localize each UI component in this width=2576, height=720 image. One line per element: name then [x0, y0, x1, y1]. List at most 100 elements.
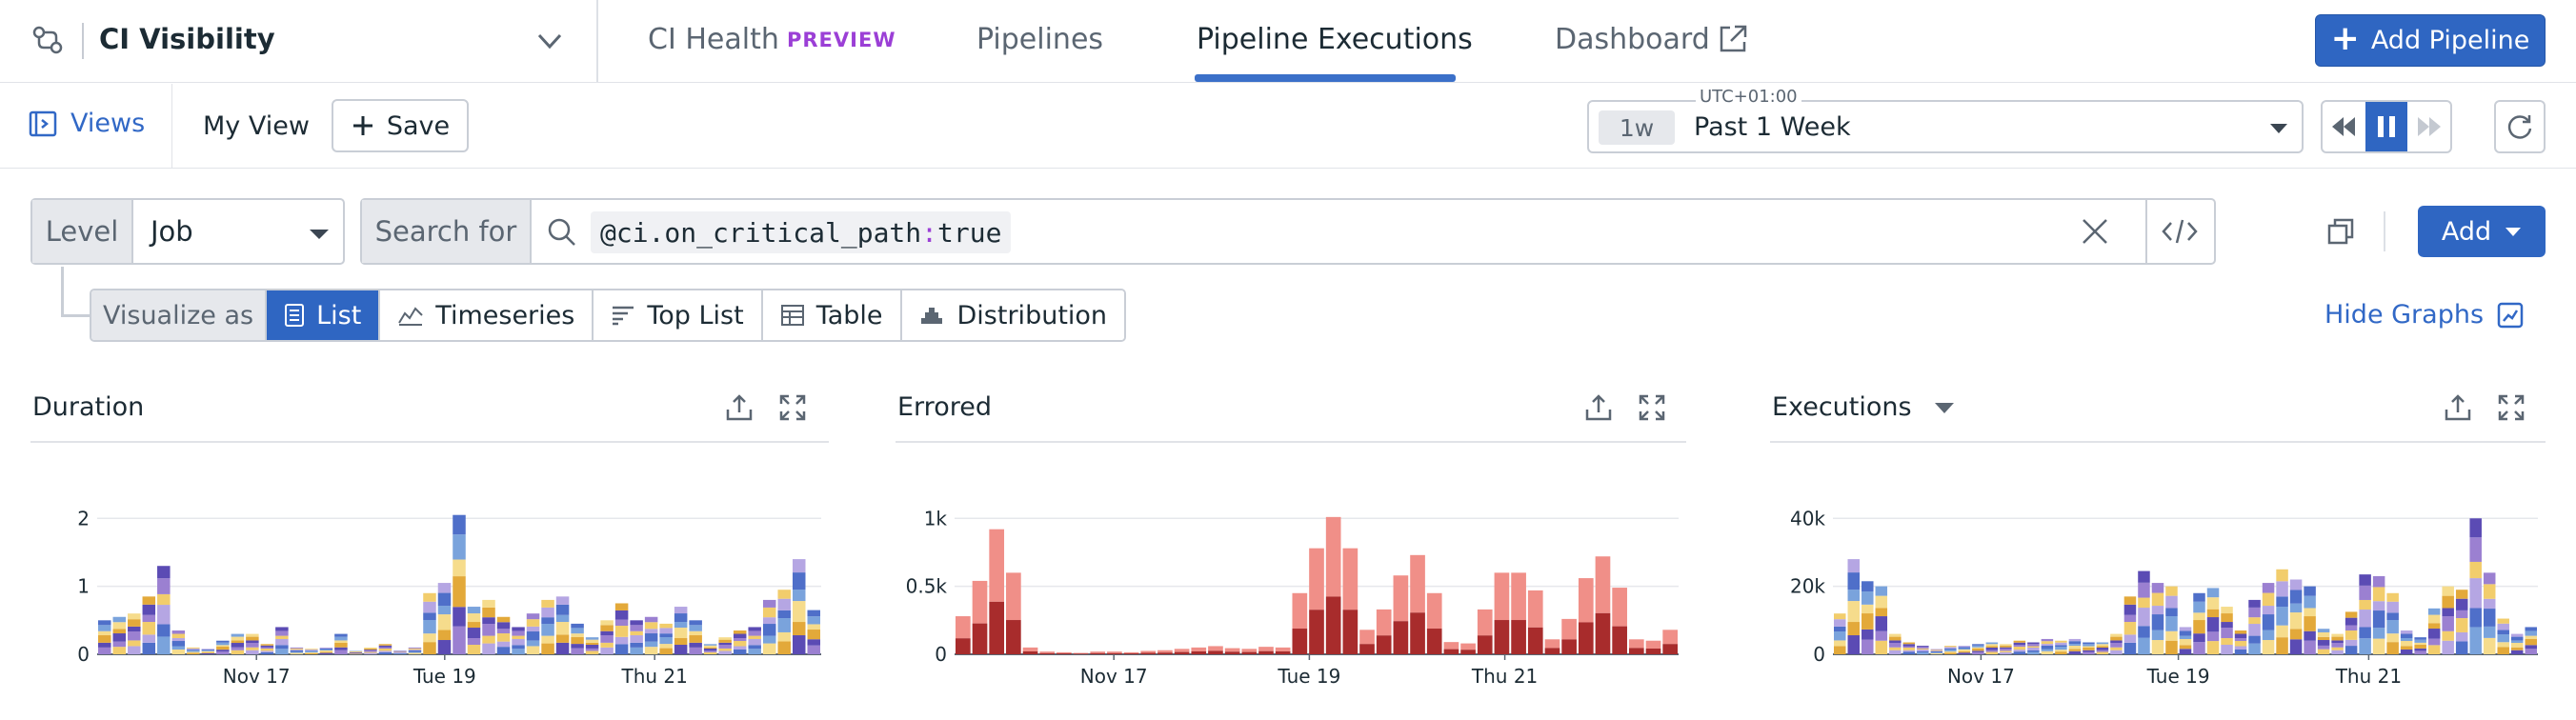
bar-segment[interactable]	[2083, 648, 2095, 650]
bar-segment[interactable]	[171, 641, 186, 647]
bar-segment[interactable]	[718, 648, 732, 651]
bar-segment[interactable]	[334, 647, 348, 650]
bar-segment[interactable]	[2414, 639, 2426, 643]
bar-segment[interactable]	[2497, 623, 2509, 630]
bar-segment[interactable]	[2331, 640, 2344, 644]
bar-segment[interactable]	[1460, 650, 1476, 654]
bar-segment[interactable]	[1477, 609, 1493, 636]
bar-segment[interactable]	[733, 630, 747, 634]
bar-segment[interactable]	[437, 614, 452, 630]
bar-segment[interactable]	[1258, 647, 1274, 651]
bar-segment[interactable]	[2483, 598, 2496, 610]
bar-segment[interactable]	[157, 624, 171, 637]
bar-segment[interactable]	[1645, 649, 1661, 654]
bar-segment[interactable]	[1241, 649, 1258, 652]
bar-segment[interactable]	[1862, 581, 1874, 592]
bar-segment[interactable]	[1460, 643, 1476, 650]
bar-segment[interactable]	[290, 651, 304, 653]
bar-segment[interactable]	[2179, 627, 2192, 631]
bar-segment[interactable]	[1292, 629, 1308, 654]
bar-segment[interactable]	[2041, 646, 2054, 650]
bar-segment[interactable]	[571, 637, 584, 645]
bar-segment[interactable]	[2096, 646, 2109, 649]
bar-segment[interactable]	[1309, 610, 1324, 654]
bar-segment[interactable]	[541, 635, 554, 644]
bar-segment[interactable]	[2123, 642, 2137, 654]
bar-segment[interactable]	[600, 635, 614, 643]
bar-segment[interactable]	[467, 622, 481, 629]
bar-segment[interactable]	[1972, 649, 1984, 651]
bar-segment[interactable]	[733, 650, 747, 654]
bar-segment[interactable]	[1057, 651, 1072, 654]
tab-ci-health[interactable]: CI Health	[648, 23, 779, 82]
bar-segment[interactable]	[1309, 548, 1324, 610]
bar-segment[interactable]	[2276, 581, 2288, 597]
current-view-name[interactable]: My View	[203, 111, 310, 141]
bar-segment[interactable]	[1958, 650, 1971, 651]
bar-segment[interactable]	[157, 578, 171, 594]
bar-segment[interactable]	[2331, 633, 2344, 637]
add-pipeline-button[interactable]: + Add Pipeline	[2315, 14, 2546, 67]
bar-segment[interactable]	[1612, 588, 1627, 627]
export-icon[interactable]	[724, 392, 755, 423]
bar-segment[interactable]	[1972, 650, 1984, 652]
bar-segment[interactable]	[2083, 642, 2095, 645]
bar-segment[interactable]	[378, 644, 392, 646]
bar-segment[interactable]	[2331, 647, 2344, 650]
bar-segment[interactable]	[1393, 575, 1409, 622]
bar-segment[interactable]	[453, 534, 466, 560]
bar-segment[interactable]	[2165, 586, 2178, 596]
bar-segment[interactable]	[2331, 643, 2344, 648]
bar-segment[interactable]	[187, 652, 200, 654]
bar-segment[interactable]	[2442, 608, 2454, 617]
bar-segment[interactable]	[98, 620, 111, 626]
bar-segment[interactable]	[1944, 648, 1957, 650]
bar-segment[interactable]	[2138, 626, 2150, 638]
bar-segment[interactable]	[319, 651, 333, 653]
bar-segment[interactable]	[142, 634, 156, 643]
bar-segment[interactable]	[2304, 595, 2316, 609]
bar-segment[interactable]	[378, 651, 392, 654]
bar-segment[interactable]	[2359, 599, 2371, 610]
bar-segment[interactable]	[467, 628, 481, 639]
bar-segment[interactable]	[1902, 651, 1916, 654]
bar-segment[interactable]	[2221, 613, 2233, 623]
bar-segment[interactable]	[171, 633, 186, 639]
bar-segment[interactable]	[1511, 572, 1526, 621]
bar-segment[interactable]	[762, 643, 776, 654]
bar-segment[interactable]	[290, 650, 304, 652]
bar-segment[interactable]	[2345, 625, 2358, 631]
bar-segment[interactable]	[2000, 647, 2012, 650]
refresh-button[interactable]	[2494, 100, 2546, 153]
bar-segment[interactable]	[718, 650, 732, 654]
bar-segment[interactable]	[762, 635, 776, 644]
bar-segment[interactable]	[1410, 612, 1425, 654]
bar-segment[interactable]	[2221, 638, 2233, 646]
bar-segment[interactable]	[1985, 651, 1999, 654]
bar-segment[interactable]	[2083, 651, 2095, 654]
bar-segment[interactable]	[1426, 592, 1442, 630]
bar-segment[interactable]	[2372, 601, 2385, 611]
bar-segment[interactable]	[2455, 590, 2468, 599]
hide-graphs-link[interactable]: Hide Graphs	[2324, 300, 2524, 330]
bar-segment[interactable]	[2317, 649, 2330, 654]
bar-segment[interactable]	[1022, 647, 1038, 652]
bar-segment[interactable]	[2276, 607, 2288, 626]
bar-segment[interactable]	[1902, 642, 1916, 645]
bar-segment[interactable]	[718, 645, 732, 649]
bar-segment[interactable]	[1090, 652, 1106, 654]
bar-segment[interactable]	[305, 652, 318, 653]
bar-segment[interactable]	[408, 647, 422, 649]
bar-segment[interactable]	[2455, 641, 2468, 654]
bar-segment[interactable]	[2469, 627, 2482, 654]
bar-segment[interactable]	[2151, 630, 2164, 641]
bar-segment[interactable]	[644, 633, 658, 642]
bar-segment[interactable]	[689, 642, 702, 648]
bar-segment[interactable]	[260, 647, 274, 650]
bar-segment[interactable]	[2442, 616, 2454, 631]
bar-segment[interactable]	[1224, 648, 1240, 652]
bar-segment[interactable]	[98, 630, 111, 636]
bar-segment[interactable]	[364, 652, 377, 654]
bar-segment[interactable]	[231, 633, 245, 637]
bar-segment[interactable]	[1224, 651, 1240, 654]
